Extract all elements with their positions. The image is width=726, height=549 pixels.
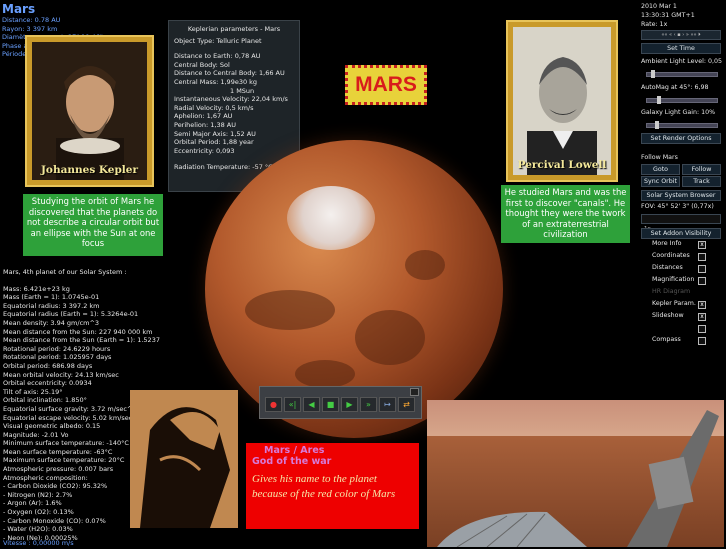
polar-ice-cap	[287, 186, 375, 250]
ares-image	[130, 390, 238, 528]
record-button[interactable]: ●	[265, 397, 282, 412]
option-checkbox[interactable]: x	[698, 301, 706, 309]
ares-title: Mars / Ares	[264, 445, 325, 456]
kepler-caption: Studying the orbit of Mars he discovered…	[23, 194, 163, 256]
surface-feature	[245, 290, 335, 330]
option-label: Compass	[652, 336, 681, 343]
surface-photo-image	[427, 400, 724, 547]
automag-label: AutoMag at 45°: 6,98	[641, 84, 709, 91]
params-line: 1 MSun	[230, 86, 255, 95]
facts-header: Mars, 4th planet of our Solar System :	[3, 268, 127, 276]
speed-status: Vitesse : 0,00000 m/s	[3, 539, 74, 547]
time-controls[interactable]: «« « ‹ ▪ › » »» ⏵	[641, 30, 721, 40]
mars-surface-photo	[427, 400, 724, 547]
solar-browser-button[interactable]: Solar System Browser	[641, 190, 721, 201]
params-title: Keplerian parameters - Mars	[187, 25, 281, 33]
kepler-portrait-image	[32, 42, 147, 180]
addon-visibility-button[interactable]: Set Addon Visibility	[641, 228, 721, 239]
option-label: Kepler Param.	[652, 300, 696, 307]
option-label: HR Diagram	[652, 288, 691, 295]
kepler-name: Johannes Kepler	[40, 164, 139, 176]
fact-line: Orbital eccentricity: 0.0934	[3, 379, 92, 388]
fast-forward-button[interactable]: »	[360, 397, 377, 412]
option-checkbox[interactable]	[698, 253, 706, 261]
rewind-button[interactable]: «|	[284, 397, 301, 412]
params-line: Orbital Period: 1,88 year	[174, 138, 254, 147]
ares-subtitle: God of the war	[252, 456, 332, 467]
params-line: Instantaneous Velocity: 22,04 km/s	[174, 95, 288, 104]
params-line: Radial Velocity: 0,5 km/s	[174, 103, 254, 112]
render-options-button[interactable]: Set Render Options	[641, 133, 721, 144]
object-info-line: Rayon: 3 397 km	[2, 24, 58, 33]
params-line: Eccentricity: 0,093	[174, 146, 235, 155]
galaxy-gain-slider[interactable]	[646, 121, 718, 129]
ambient-light-slider[interactable]	[646, 70, 718, 78]
goto-end-button[interactable]: ↦	[379, 397, 396, 412]
fact-line: Mean distance from the Sun (Earth = 1): …	[3, 336, 160, 345]
track-button[interactable]: Track	[682, 176, 721, 187]
option-label: More Info	[652, 240, 682, 247]
galaxy-gain-label: Galaxy Light Gain: 10%	[641, 109, 716, 116]
fact-line: Rotational period: 24.6229 hours	[3, 344, 111, 353]
fact-line: Orbital period: 686.98 days	[3, 361, 93, 370]
follow-button[interactable]: Follow	[682, 164, 721, 175]
toggle-loop-button[interactable]: ⇄	[398, 397, 415, 412]
close-icon[interactable]	[410, 388, 419, 396]
ares-text: Gives his name to the planet because of …	[252, 473, 396, 500]
mars-badge: MARS	[345, 65, 427, 105]
fov-zoom[interactable]: 1x	[641, 214, 721, 232]
ambient-light-label: Ambient Light Level: 0,05	[641, 58, 723, 65]
option-label: Coordinates	[652, 252, 690, 259]
option-checkbox[interactable]: x	[698, 313, 706, 321]
lowell-portrait-image	[513, 27, 611, 175]
params-line: Central Mass: 1,99e30 kg	[174, 77, 258, 86]
option-checkbox[interactable]	[698, 277, 706, 285]
surface-feature	[355, 310, 425, 365]
ares-vase-painting	[130, 390, 238, 528]
set-time-button[interactable]: Set Time	[641, 43, 721, 54]
object-title: Mars	[2, 2, 36, 16]
slider-knob[interactable]	[657, 96, 661, 104]
fact-line: Mean orbital velocity: 24.13 km/sec	[3, 370, 119, 379]
params-line: Distance to Earth: 0,78 AU	[174, 52, 261, 61]
lowell-name: Percival Lowell	[517, 159, 607, 171]
surface-feature	[405, 250, 445, 280]
fact-line: Mean distance from the Sun: 227 940 000 …	[3, 327, 153, 336]
goto-button[interactable]: Goto	[641, 164, 680, 175]
option-label: Magnification	[652, 276, 695, 283]
params-line: Aphelion: 1,67 AU	[174, 112, 233, 121]
option-label: Slideshow	[652, 312, 684, 319]
fact-line: Mass (Earth = 1): 1.0745e-01	[3, 293, 100, 302]
fact-line: Equatorial radius: 3 397.2 km	[3, 301, 100, 310]
slider-knob[interactable]	[651, 70, 655, 78]
slider-knob[interactable]	[655, 121, 659, 129]
object-info-line: Distance: 0.78 AU	[2, 16, 61, 24]
fov-label: FOV: 45° 52' 3" (0,77x)	[641, 203, 714, 210]
sync-orbit-button[interactable]: Sync Orbit	[641, 176, 680, 187]
play-back-button[interactable]: ◀	[303, 397, 320, 412]
fact-line: Equatorial radius (Earth = 1): 5.3264e-0…	[3, 310, 139, 319]
playback-control-bar: ● «| ◀ ■ ▶ » ↦ ⇄	[259, 386, 422, 419]
option-checkbox[interactable]	[698, 337, 706, 345]
option-checkbox[interactable]: x	[698, 241, 706, 249]
option-label: Distances	[652, 264, 683, 271]
lowell-portrait-frame: Percival Lowell	[508, 22, 616, 180]
fact-line: Rotational period: 1.025957 days	[3, 353, 112, 362]
play-button[interactable]: ▶	[341, 397, 358, 412]
params-line: Central Body: Sol	[174, 60, 230, 69]
ares-box: Mars / Ares God of the war Gives his nam…	[246, 443, 419, 529]
automag-slider[interactable]	[646, 96, 718, 104]
params-line: Distance to Central Body: 1,66 AU	[174, 69, 285, 78]
kepler-portrait-frame: Johannes Kepler	[27, 37, 152, 185]
lowell-caption: He studied Mars and was the first to dis…	[501, 185, 630, 243]
params-object-type: Object Type: Telluric Planet	[174, 36, 262, 45]
stop-button[interactable]: ■	[322, 397, 339, 412]
fact-line: Mean density: 3.94 gm/cm^3	[3, 318, 100, 327]
surface-feature	[295, 360, 355, 388]
fact-line: Mass: 6.421e+23 kg	[3, 284, 70, 293]
params-line: Semi Major Axis: 1,52 AU	[174, 129, 256, 138]
option-checkbox[interactable]	[698, 325, 706, 333]
option-checkbox[interactable]	[698, 265, 706, 273]
params-line: Perihelion: 1,38 AU	[174, 120, 236, 129]
